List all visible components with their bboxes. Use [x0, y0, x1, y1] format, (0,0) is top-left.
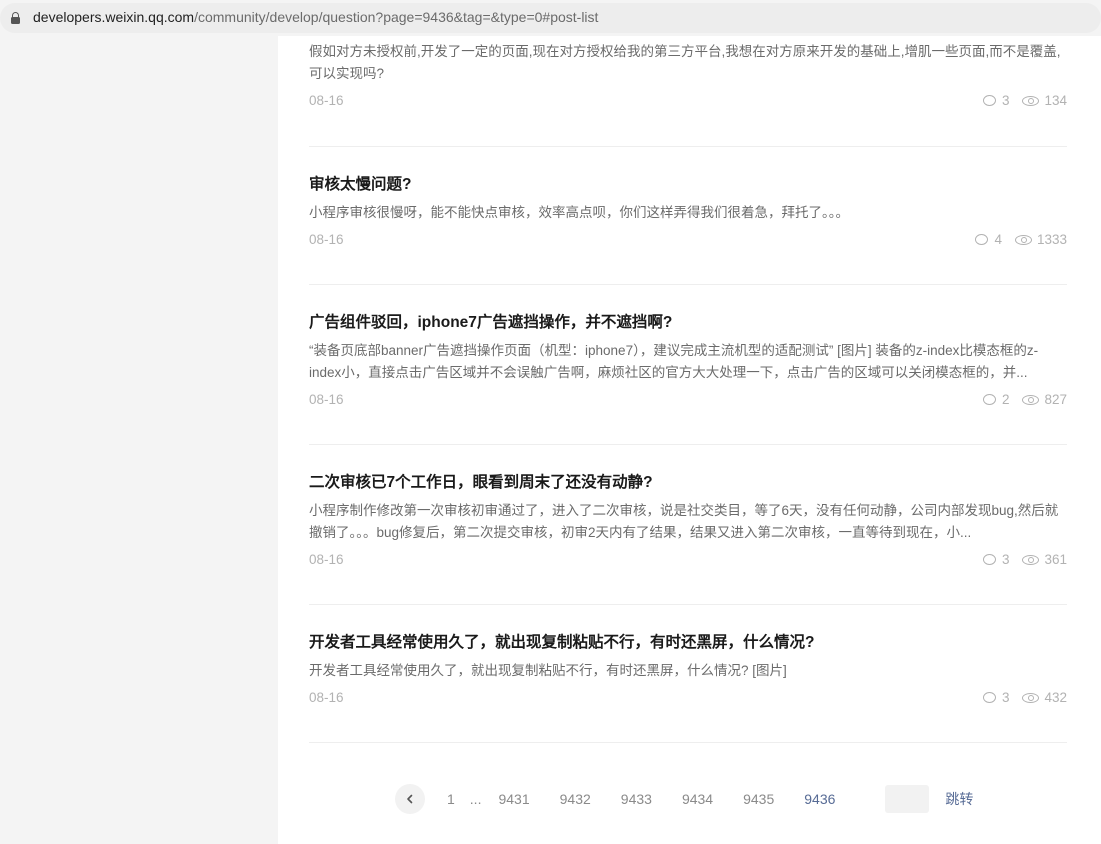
comment-icon	[982, 692, 996, 703]
post-meta: 08-16 3 432	[309, 690, 1067, 710]
left-sidebar	[0, 36, 278, 844]
comment-count: 4	[994, 232, 1002, 247]
post-excerpt: 小程序审核很慢呀，能不能快点审核，效率高点呗，你们这样弄得我们很着急，拜托了。。…	[309, 205, 849, 220]
page-link[interactable]: 9431	[498, 791, 529, 807]
post-title[interactable]: 审核太慢问题?	[309, 174, 1067, 196]
eye-icon	[1022, 692, 1040, 703]
divider	[309, 146, 1067, 147]
page-link[interactable]: 9432	[560, 791, 591, 807]
eye-icon	[1022, 554, 1040, 565]
post-stats: 3 361	[982, 552, 1067, 567]
view-count: 827	[1044, 392, 1067, 407]
prev-page-button[interactable]	[395, 784, 425, 814]
post-stats: 3 134	[982, 93, 1067, 108]
post-excerpt: 假如对方未授权前,开发了一定的页面,现在对方授权给我的第三方平台,我想在对方原来…	[309, 44, 1061, 81]
eye-icon	[1022, 95, 1040, 106]
post-item[interactable]: 广告组件驳回，iphone7广告遮挡操作，并不遮挡啊? “装备页底部banner…	[309, 312, 1067, 412]
comment-count: 3	[1001, 690, 1010, 705]
post-meta: 08-16 3 361	[309, 552, 1067, 572]
eye-icon	[1014, 234, 1032, 245]
post-excerpt: 小程序制作修改第一次审核初审通过了，进入了二次审核，说是社交类目，等了6天，没有…	[309, 503, 1059, 540]
comment-icon	[982, 95, 996, 106]
lock-icon	[11, 12, 20, 24]
browser-address-bar[interactable]: developers.weixin.qq.com/community/devel…	[0, 0, 1101, 36]
comment-count: 2	[1001, 392, 1010, 407]
post-title[interactable]: 广告组件驳回，iphone7广告遮挡操作，并不遮挡啊?	[309, 312, 1067, 334]
comment-count: 3	[1001, 93, 1010, 108]
comment-icon	[982, 394, 996, 405]
post-meta: 08-16 3 134	[309, 93, 1067, 113]
page-link[interactable]: 9435	[743, 791, 774, 807]
comment-icon	[982, 554, 996, 565]
view-count: 134	[1044, 93, 1067, 108]
divider	[309, 284, 1067, 285]
post-item[interactable]: 开发者工具经常使用久了，就出现复制粘贴不行，有时还黑屏，什么情况? 开发者工具经…	[309, 632, 1067, 710]
divider	[309, 444, 1067, 445]
post-title[interactable]: 开发者工具经常使用久了，就出现复制粘贴不行，有时还黑屏，什么情况?	[309, 632, 1067, 654]
post-item[interactable]: 审核太慢问题? 小程序审核很慢呀，能不能快点审核，效率高点呗，你们这样弄得我们很…	[309, 174, 1067, 252]
url-host: developers.weixin.qq.com	[33, 9, 195, 25]
post-date: 08-16	[309, 232, 344, 247]
jump-button[interactable]: 跳转	[945, 789, 973, 809]
post-stats: 2 827	[982, 392, 1067, 407]
post-meta: 08-16 4 1333	[309, 232, 1067, 252]
view-count: 432	[1044, 690, 1067, 705]
comment-count: 3	[1001, 552, 1010, 567]
view-count: 1333	[1036, 232, 1067, 247]
post-item[interactable]: 假如对方未授权前,开发了一定的页面,现在对方授权给我的第三方平台,我想在对方原来…	[309, 41, 1067, 113]
pagination: 1 ... 9431 9432 9433 9434 9435 9436 跳转	[395, 784, 973, 814]
url-path: /community/develop/question?page=9436&ta…	[194, 9, 599, 25]
post-list: 假如对方未授权前,开发了一定的页面,现在对方授权给我的第三方平台,我想在对方原来…	[278, 36, 1101, 844]
post-date: 08-16	[309, 552, 344, 567]
eye-icon	[1022, 394, 1040, 405]
url-text[interactable]: developers.weixin.qq.com/community/devel…	[33, 9, 598, 25]
post-title[interactable]: 二次审核已7个工作日，眼看到周末了还没有动静?	[309, 472, 1067, 494]
divider	[309, 742, 1067, 743]
view-count: 361	[1044, 552, 1067, 567]
jump-page-input[interactable]	[885, 785, 930, 813]
page-link-first[interactable]: 1	[447, 791, 455, 807]
page-link[interactable]: 9434	[682, 791, 713, 807]
post-date: 08-16	[309, 690, 344, 705]
page-current: 9436	[804, 791, 836, 807]
comment-icon	[975, 234, 989, 245]
page-ellipsis: ...	[469, 791, 482, 807]
post-excerpt: “装备页底部banner广告遮挡操作页面（机型：iphone7），建议完成主流机…	[309, 343, 1039, 380]
post-stats: 4 1333	[975, 232, 1067, 247]
post-date: 08-16	[309, 93, 344, 108]
post-meta: 08-16 2 827	[309, 392, 1067, 412]
divider	[309, 604, 1067, 605]
post-date: 08-16	[309, 392, 344, 407]
post-item[interactable]: 二次审核已7个工作日，眼看到周末了还没有动静? 小程序制作修改第一次审核初审通过…	[309, 472, 1067, 572]
page-link[interactable]: 9433	[621, 791, 652, 807]
post-excerpt: 开发者工具经常使用久了，就出现复制粘贴不行，有时还黑屏，什么情况? [图片]	[309, 663, 787, 678]
post-stats: 3 432	[982, 690, 1067, 705]
chevron-left-icon	[407, 794, 413, 804]
